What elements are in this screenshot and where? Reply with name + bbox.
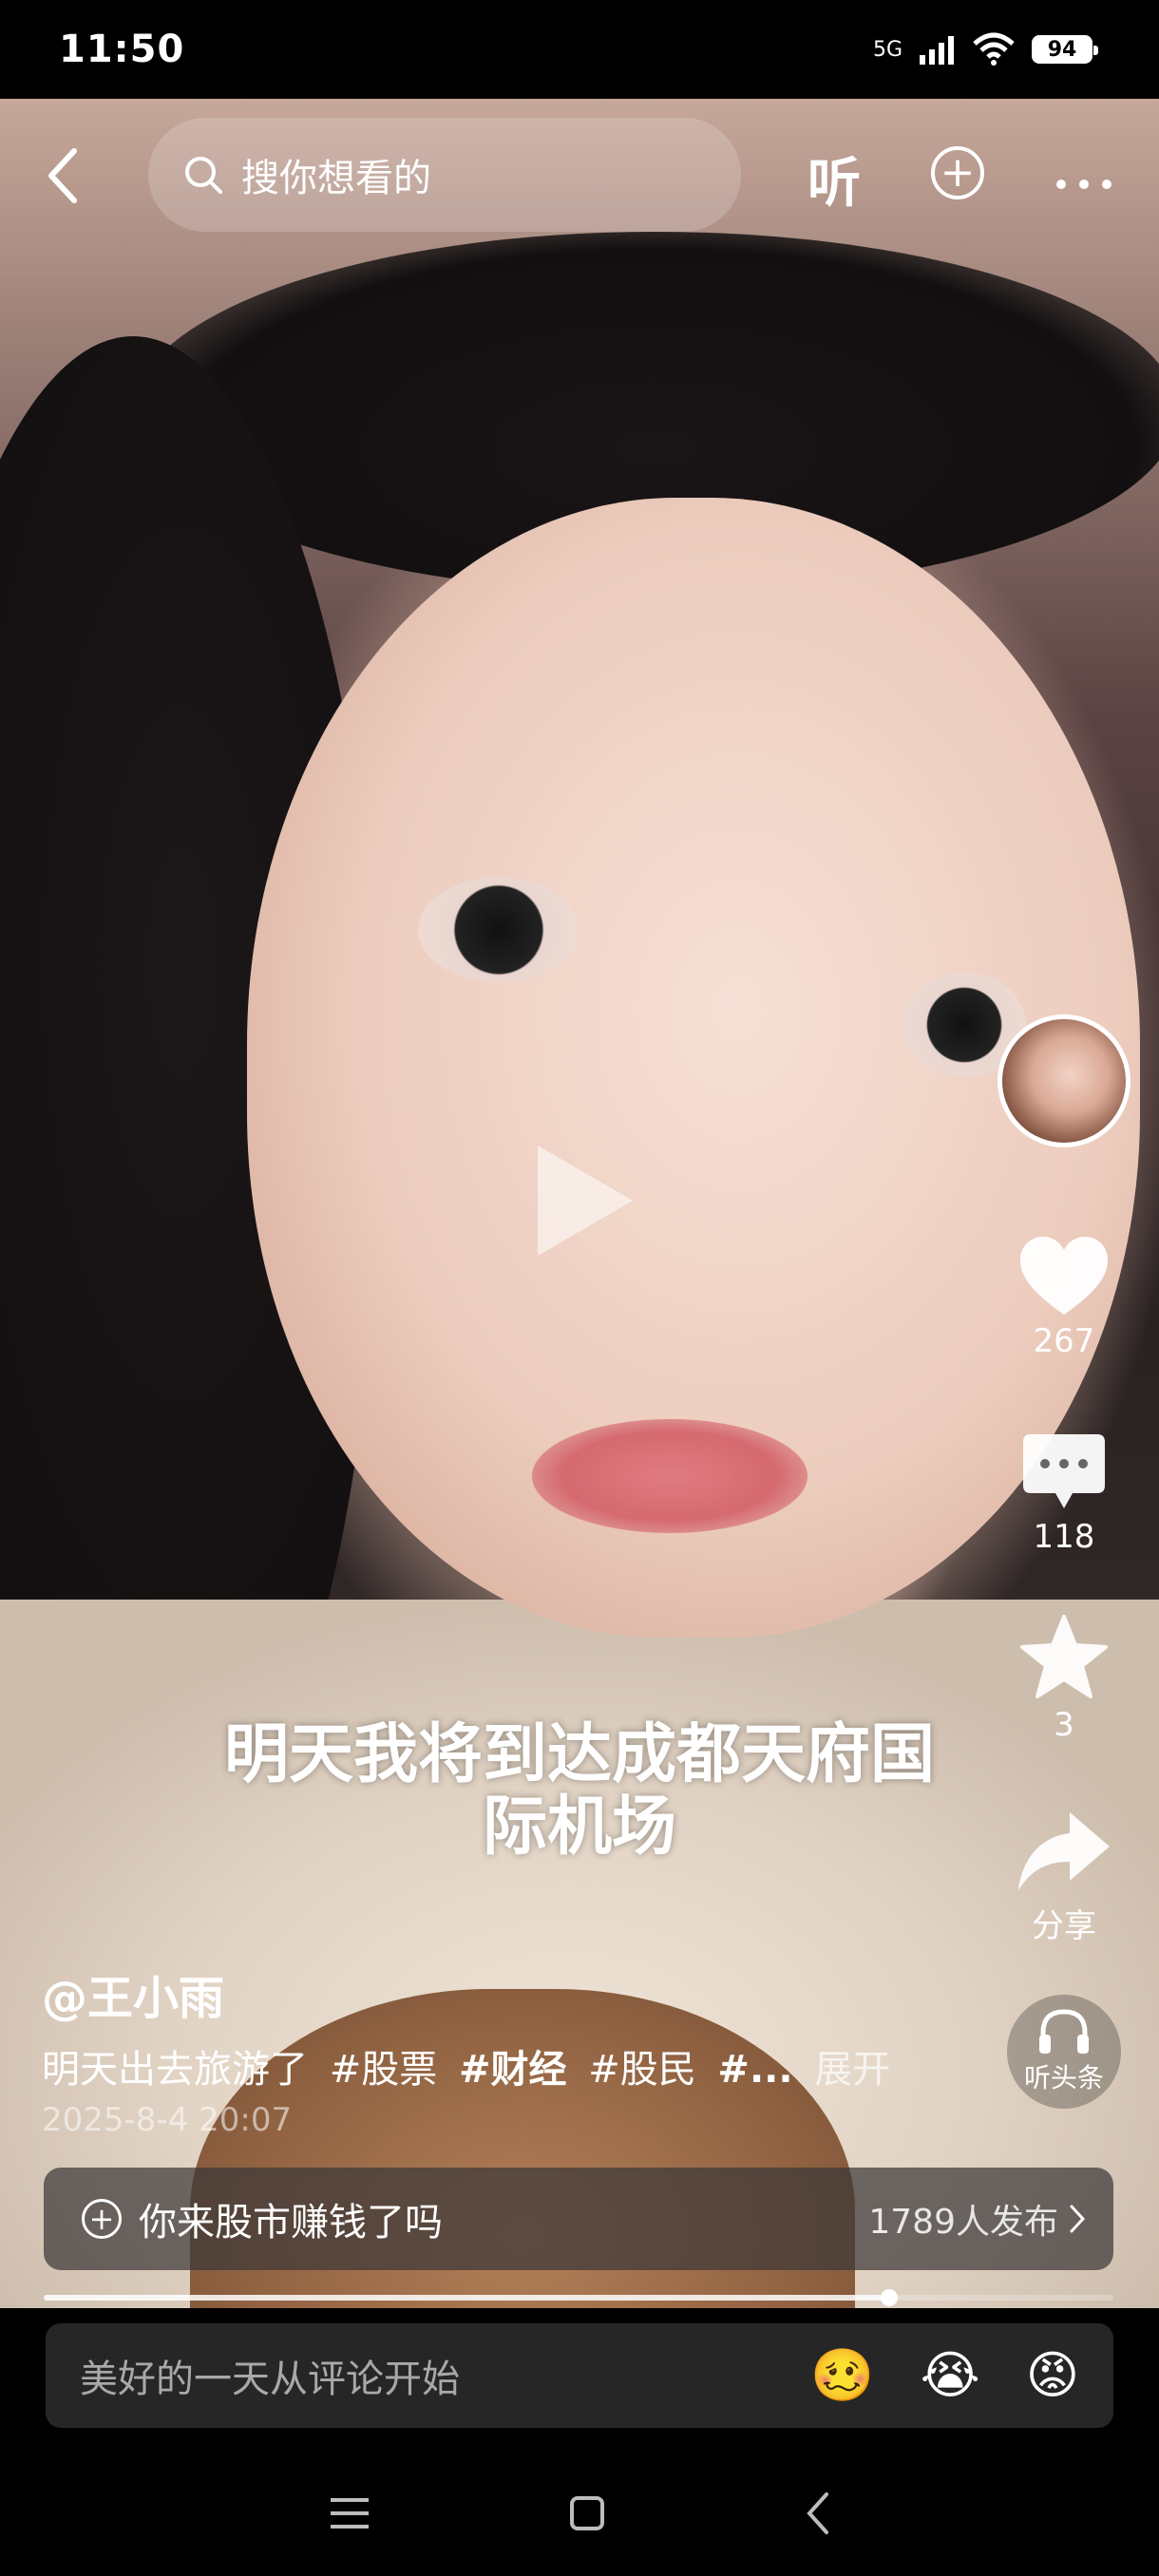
home-icon[interactable]: [570, 2496, 604, 2530]
topic-participants: 1789人发布: [868, 2203, 1058, 2242]
topic-bar[interactable]: + 你来股市赚钱了吗 1789人发布: [44, 2168, 1113, 2270]
network-label: 5G: [872, 37, 902, 62]
progress-handle[interactable]: [880, 2289, 898, 2306]
hashtag[interactable]: #股民: [588, 2048, 696, 2092]
hashtag[interactable]: #财经: [459, 2048, 567, 2092]
search-icon: [185, 157, 222, 194]
search-placeholder: 搜你想看的: [241, 157, 431, 200]
expand-button[interactable]: 展开: [814, 2048, 890, 2092]
caption-line-2: 际机场: [482, 1790, 676, 1865]
hashtag[interactable]: #...: [717, 2048, 792, 2092]
like-button[interactable]: 267: [1007, 1235, 1121, 1360]
emoji-button[interactable]: 🥴: [810, 2345, 874, 2406]
status-time: 11:50: [59, 28, 185, 71]
emoji-button[interactable]: 😭: [921, 2345, 980, 2406]
plus-icon: +: [940, 148, 976, 197]
share-label: 分享: [1032, 1907, 1096, 1945]
chevron-right-icon: [1070, 2205, 1085, 2233]
system-nav-bar: [0, 2451, 1159, 2576]
author-name[interactable]: @王小雨: [42, 1960, 224, 2027]
quick-emoji-list: 🥴 😭 😡: [810, 2345, 1079, 2406]
comment-count: 118: [1033, 1518, 1095, 1556]
comment-icon: [1023, 1434, 1105, 1508]
comment-placeholder: 美好的一天从评论开始: [80, 2358, 460, 2401]
emoji-button[interactable]: 😡: [1026, 2345, 1079, 2406]
heart-icon: [1020, 1237, 1108, 1315]
comment-input-bar[interactable]: 美好的一天从评论开始 🥴 😭 😡: [46, 2323, 1113, 2428]
favorite-count: 3: [1054, 1706, 1074, 1744]
headphones-icon: [1039, 2009, 1089, 2054]
comment-button[interactable]: 118: [1007, 1432, 1121, 1556]
video-caption: 明天我将到达成都天府国 际机场: [162, 1719, 998, 1864]
status-icons: 5G 94: [872, 32, 1098, 66]
video-frame-decor: [532, 1419, 808, 1533]
listen-headlines-label: 听头条: [1023, 2062, 1104, 2093]
search-bar[interactable]: 搜你想看的: [148, 118, 741, 232]
play-icon[interactable]: [538, 1146, 633, 1256]
back-icon[interactable]: [804, 2491, 830, 2536]
topic-right: 1789人发布: [868, 2194, 1085, 2244]
favorite-button[interactable]: 3: [1007, 1613, 1121, 1744]
listen-button[interactable]: 听: [808, 141, 861, 218]
back-button[interactable]: [38, 138, 86, 214]
menu-icon[interactable]: [329, 2496, 370, 2530]
chevron-left-icon: [48, 148, 77, 203]
progress-fill: [44, 2295, 889, 2301]
signal-icon: [920, 36, 954, 65]
post-date: 2025-8-4 20:07: [42, 2101, 293, 2139]
share-button[interactable]: 分享: [1007, 1809, 1121, 1946]
video-progress-bar[interactable]: [44, 2289, 1113, 2306]
like-count: 267: [1033, 1322, 1095, 1360]
hashtag[interactable]: #股票: [330, 2048, 438, 2092]
topic-left: + 你来股市赚钱了吗: [82, 2191, 443, 2246]
battery-level: 94: [1047, 37, 1077, 62]
caption-line-1: 明天我将到达成都天府国: [223, 1717, 935, 1792]
add-button[interactable]: +: [931, 146, 984, 199]
topic-title: 你来股市赚钱了吗: [139, 2201, 443, 2245]
video-frame-decor: [418, 878, 580, 982]
more-icon: [1056, 180, 1112, 189]
plus-circle-icon: +: [82, 2199, 122, 2239]
author-avatar[interactable]: [998, 1014, 1130, 1147]
battery-icon: 94: [1032, 35, 1098, 64]
wifi-icon: [973, 32, 1015, 66]
desc-text: 明天出去旅游了: [42, 2048, 308, 2092]
share-icon: [1018, 1812, 1110, 1890]
listen-headlines-button[interactable]: 听头条: [1007, 1995, 1121, 2109]
post-description: 明天出去旅游了 #股票 #财经 #股民 #... 展开: [42, 2038, 890, 2093]
star-icon: [1020, 1615, 1108, 1698]
status-bar: 11:50 5G 94: [0, 0, 1159, 99]
more-button[interactable]: [1054, 142, 1113, 204]
